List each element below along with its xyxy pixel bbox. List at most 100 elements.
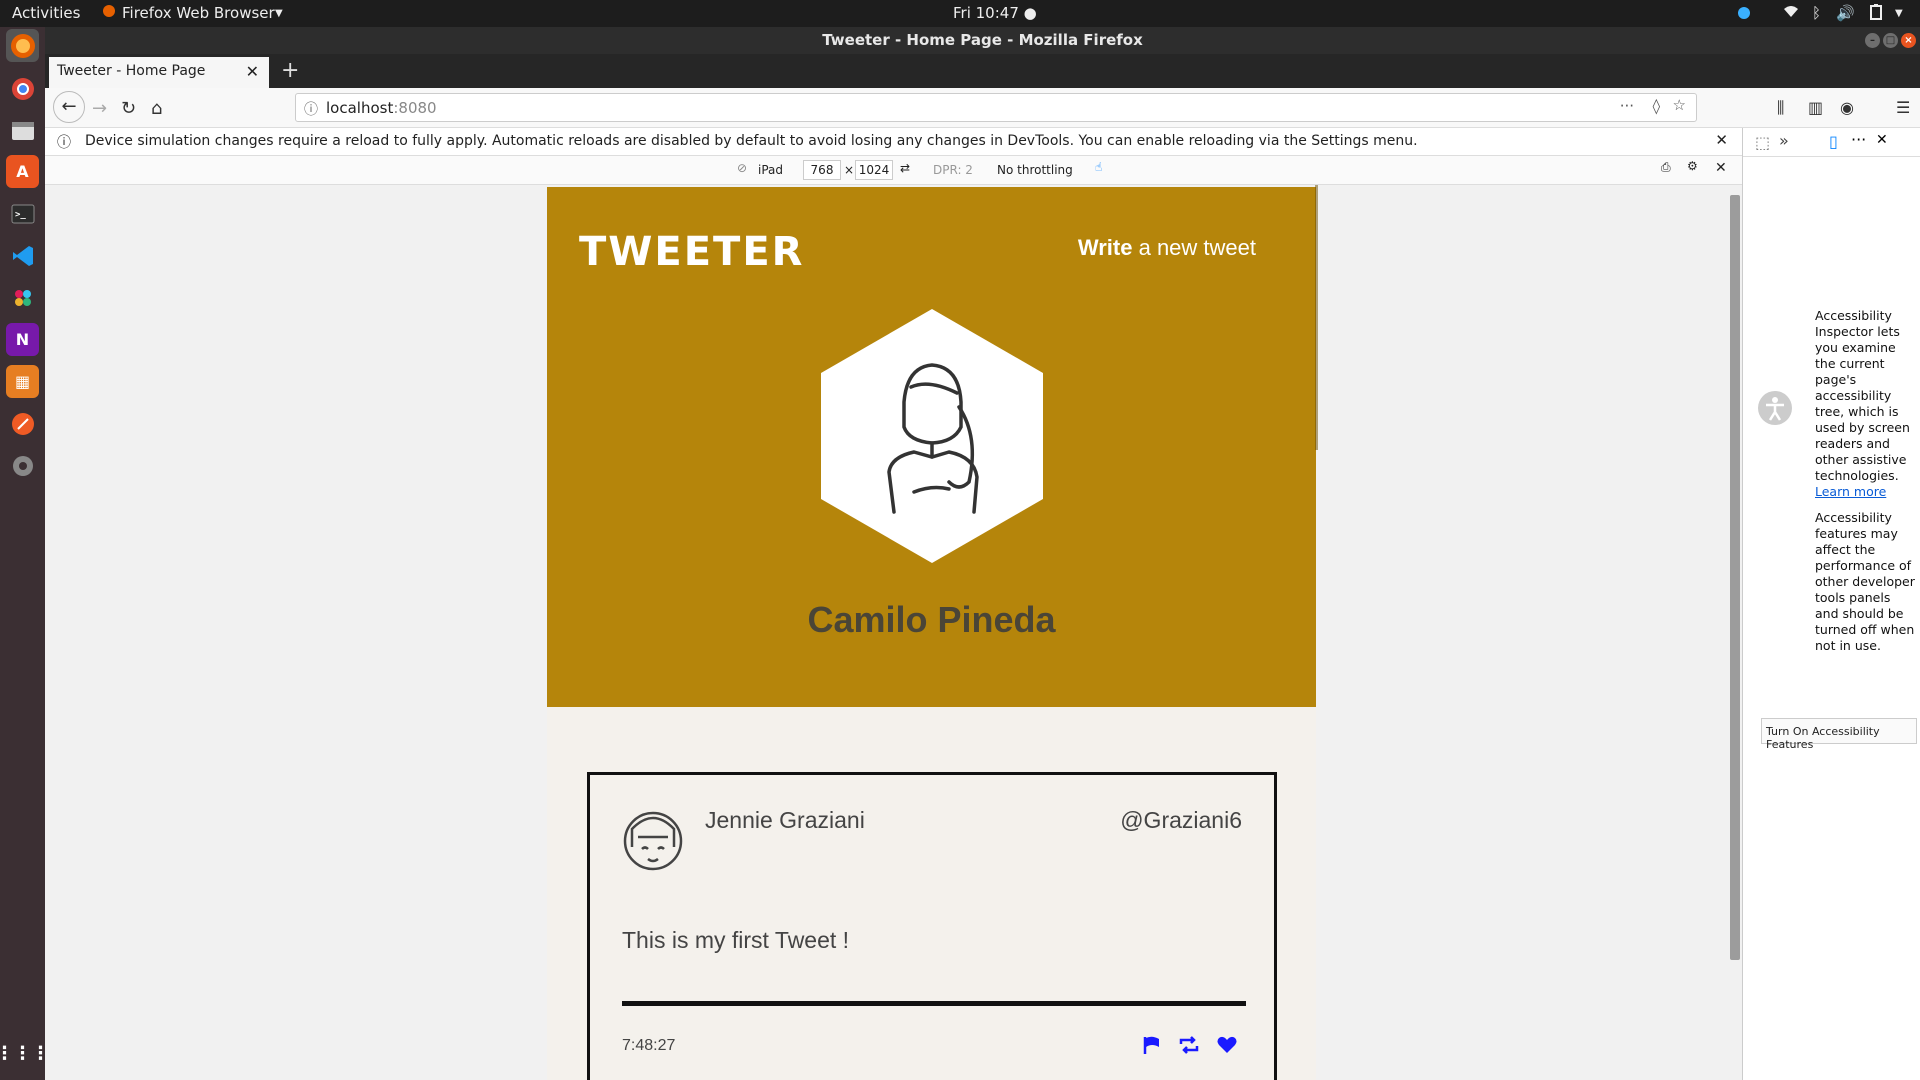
write-rest: a new tweet xyxy=(1132,235,1256,260)
activities-button[interactable]: Activities xyxy=(12,4,80,22)
rdm-viewport-area: TWEETER Write a new tweet Camilo Pineda xyxy=(45,185,1742,1080)
hamburger-menu-icon[interactable]: ☰ xyxy=(1896,98,1910,117)
url-bar[interactable]: ⓘ localhost:8080 ··· ◊ ☆ xyxy=(295,93,1697,122)
page-scrollbar[interactable] xyxy=(1315,185,1318,450)
profile-header: TWEETER Write a new tweet Camilo Pineda xyxy=(547,187,1316,707)
close-rdm-icon[interactable]: ✕ xyxy=(1715,160,1727,176)
heart-icon[interactable] xyxy=(1216,1035,1238,1055)
turn-on-accessibility-button[interactable]: Turn On Accessibility Features xyxy=(1761,718,1917,751)
tweet-actions xyxy=(1142,1033,1242,1057)
minimize-icon[interactable]: – xyxy=(1865,33,1880,48)
page-actions-icon[interactable]: ··· xyxy=(1620,97,1634,115)
device-simulation-notice: ⓘ Device simulation changes require a re… xyxy=(45,128,1742,156)
tweet-author-handle[interactable]: @Graziani6 xyxy=(1120,807,1242,834)
maximize-icon[interactable]: □ xyxy=(1883,33,1898,48)
firefox-small-icon xyxy=(102,4,116,22)
close-window-icon[interactable]: × xyxy=(1901,33,1916,48)
calculator-dock-icon[interactable]: ▦ xyxy=(6,365,39,398)
files-dock-icon[interactable] xyxy=(6,113,39,146)
close-tab-icon[interactable]: ✕ xyxy=(246,62,259,81)
more-tools-chevron-icon[interactable]: » xyxy=(1779,131,1789,150)
viewport-height-input[interactable]: 1024 xyxy=(855,160,893,180)
close-devtools-icon[interactable]: ✕ xyxy=(1876,132,1888,148)
screenshot-icon[interactable]: ⎙ xyxy=(1661,160,1671,175)
software-center-dock-icon[interactable]: A xyxy=(6,155,39,188)
chrome-dock-icon[interactable] xyxy=(6,72,39,105)
navigation-toolbar: ← → ↻ ⌂ ⓘ localhost:8080 ··· ◊ ☆ ⫼ ▥ ◉ ☰ xyxy=(45,88,1920,128)
settings-dock-icon[interactable] xyxy=(6,449,39,482)
tab-title: Tweeter - Home Page xyxy=(57,63,206,79)
library-icon[interactable]: ⫼ xyxy=(1777,98,1784,118)
devtools-toolbar: ⬚ » ▯ ··· ✕ xyxy=(1743,128,1920,157)
viewport-width-input[interactable]: 768 xyxy=(803,160,841,180)
tab-strip: Tweeter - Home Page ✕ + xyxy=(45,54,1920,88)
sidebar-icon[interactable]: ▥ xyxy=(1808,98,1823,117)
clock[interactable]: Fri 10:47 ● xyxy=(953,4,1037,22)
a11y-warning-text: Accessibility features may affect the pe… xyxy=(1815,510,1915,653)
dpr-selector[interactable]: DPR: 2 xyxy=(933,163,973,177)
close-notice-icon[interactable]: ✕ xyxy=(1715,131,1728,149)
rotate-viewport-icon[interactable]: ⇄ xyxy=(900,161,910,175)
firefox-dock-icon[interactable] xyxy=(6,29,39,62)
slack-dock-icon[interactable] xyxy=(6,281,39,314)
responsive-design-toolbar: ⊘ iPad 768 × 1024 ⇄ DPR: 2 No throttling… xyxy=(45,156,1742,185)
system-menu-arrow-icon[interactable]: ▼ xyxy=(1895,8,1903,19)
retweet-icon[interactable] xyxy=(1178,1035,1200,1055)
throttling-selector[interactable]: No throttling xyxy=(997,163,1073,177)
tweet-text: This is my first Tweet ! xyxy=(622,927,850,953)
battery-icon[interactable] xyxy=(1870,4,1882,24)
a11y-description-text: Accessibility Inspector lets you examine… xyxy=(1815,308,1910,483)
system-top-bar: Activities Firefox Web Browser ▼ Fri 10:… xyxy=(0,0,1920,27)
help-icon: ⓘ xyxy=(57,135,71,151)
notice-text: Device simulation changes require a relo… xyxy=(85,133,1418,149)
volume-icon[interactable]: 🔊 xyxy=(1836,4,1855,22)
info-icon[interactable]: ⓘ xyxy=(304,99,318,119)
reload-icon[interactable]: ↻ xyxy=(121,98,136,119)
profile-name: Camilo Pineda xyxy=(807,599,1056,640)
pocket-icon[interactable]: ◊ xyxy=(1653,97,1660,115)
profile-avatar-icon xyxy=(821,309,1043,563)
responsive-mode-icon[interactable]: ▯ xyxy=(1829,132,1838,151)
bluetooth-icon[interactable]: ᛒ xyxy=(1812,4,1821,22)
postman-dock-icon[interactable] xyxy=(6,407,39,440)
tweet-author-name[interactable]: Jennie Graziani xyxy=(705,807,865,834)
ubuntu-dock: A >_ N ▦ ⋮⋮⋮ xyxy=(0,27,50,1080)
learn-more-link[interactable]: Learn more xyxy=(1815,484,1886,499)
svg-text:>_: >_ xyxy=(15,210,26,220)
weather-icon[interactable] xyxy=(1735,4,1753,26)
tweet-timestamp: 7:48:27 xyxy=(622,1037,676,1054)
home-icon[interactable]: ⌂ xyxy=(151,98,162,119)
bookmark-star-icon[interactable]: ☆ xyxy=(1673,96,1686,114)
viewport-scrollbar[interactable] xyxy=(1730,195,1740,960)
onenote-dock-icon[interactable]: N xyxy=(6,323,39,356)
forward-icon[interactable]: → xyxy=(92,98,107,119)
device-selector[interactable]: iPad xyxy=(758,163,783,177)
tweet-divider xyxy=(622,1001,1246,1006)
write-bold: Write xyxy=(1077,235,1133,260)
new-tab-icon[interactable]: + xyxy=(281,58,299,83)
window-title-bar: Tweeter - Home Page - Mozilla Firefox – … xyxy=(45,27,1920,54)
devtools-panel: ⬚ » ▯ ··· ✕ Accessibility Inspector lets… xyxy=(1742,128,1920,1080)
rdm-settings-icon[interactable]: ⚙ xyxy=(1687,159,1698,173)
dimension-separator: × xyxy=(844,163,855,177)
tab-tweeter-home[interactable]: Tweeter - Home Page ✕ xyxy=(49,57,269,88)
touch-simulation-icon[interactable]: ☝ xyxy=(1095,160,1102,174)
tweet-card: Jennie Graziani @Graziani6 This is my fi… xyxy=(587,772,1277,1080)
write-new-tweet-link[interactable]: Write a new tweet xyxy=(1078,235,1256,261)
vscode-dock-icon[interactable] xyxy=(6,239,39,272)
terminal-dock-icon[interactable]: >_ xyxy=(6,197,39,230)
tweeter-page: TWEETER Write a new tweet Camilo Pineda xyxy=(547,187,1316,1080)
tweet-avatar-icon xyxy=(623,811,683,871)
url-port: :8080 xyxy=(393,99,437,117)
flag-icon[interactable] xyxy=(1142,1035,1162,1055)
wifi-icon[interactable] xyxy=(1783,4,1799,22)
account-icon[interactable]: ◉ xyxy=(1840,98,1854,117)
site-logo[interactable]: TWEETER xyxy=(579,229,804,275)
devtools-menu-icon[interactable]: ··· xyxy=(1851,130,1866,149)
back-icon[interactable]: ← xyxy=(53,91,85,123)
pick-element-icon[interactable]: ⬚ xyxy=(1755,133,1770,152)
show-applications-icon[interactable]: ⋮⋮⋮ xyxy=(0,1037,50,1070)
app-menu-arrow-icon[interactable]: ▼ xyxy=(275,8,283,19)
url-host: localhost xyxy=(326,99,394,117)
app-menu[interactable]: Firefox Web Browser xyxy=(122,4,275,22)
